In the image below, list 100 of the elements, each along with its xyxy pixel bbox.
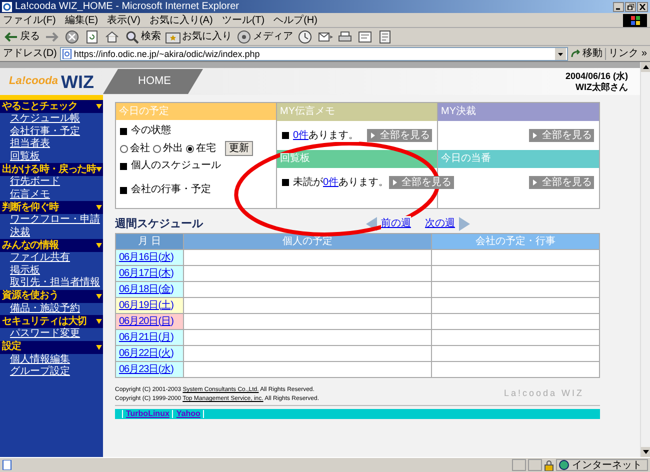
scroll-down-icon[interactable] (641, 447, 650, 457)
status-radio[interactable]: 在宅 (186, 142, 216, 154)
update-button[interactable]: 更新 (225, 141, 253, 156)
weekly-schedule-title: 週間スケジュール (115, 217, 203, 231)
sidebar-link[interactable]: グループ設定 (0, 366, 70, 378)
toolbar-button[interactable] (64, 28, 80, 44)
panel-title: 今日の当番 (441, 153, 491, 165)
date-text: 2004/06/16 (水) (565, 70, 628, 82)
chevron-text[interactable]: » (641, 48, 647, 60)
logo-text: La!cooda (9, 74, 58, 90)
status-radio[interactable]: 外出 (153, 142, 183, 154)
menu-item[interactable]: 編集(E) (64, 14, 98, 26)
sidebar-link[interactable]: 行先ボード (0, 176, 60, 188)
toolbar-button[interactable]: 検索 (124, 28, 161, 44)
footer-link[interactable]: TurboLinux (126, 409, 170, 419)
sidebar-section-header[interactable]: 設定 (0, 340, 103, 354)
minimize-button[interactable] (613, 2, 624, 12)
column-header: 個人の予定 (184, 234, 432, 250)
sidebar-section-header[interactable]: セキュリティは大切 (0, 315, 103, 328)
brand-text: La!cooda WIZ (504, 386, 585, 400)
restore-icon (627, 4, 634, 10)
sidebar-link[interactable]: 掲示板 (0, 264, 40, 277)
page-icon (2, 460, 12, 470)
column-header: 会社の予定・行事 (432, 234, 600, 250)
toolbar-button[interactable]: メディア (236, 28, 293, 44)
date-link[interactable]: 06月17日(木) (119, 268, 174, 278)
status-pane (512, 459, 526, 471)
sidebar-link[interactable]: 備品・施設予約 (0, 302, 80, 315)
scroll-up-icon[interactable] (641, 62, 650, 72)
menu-item[interactable]: ヘルプ(H) (274, 14, 318, 26)
caret-icon (96, 294, 102, 298)
toolbar-button[interactable]: お気に入り (165, 28, 232, 44)
toolbar-button[interactable] (84, 28, 100, 44)
toolbar-button[interactable] (104, 28, 120, 44)
caret-icon (96, 319, 102, 324)
document-icon (377, 28, 393, 44)
personal-schedule-label: 個人のスケジュール (131, 160, 221, 172)
sidebar-link[interactable]: 担当者表 (0, 138, 50, 150)
sidebar-link[interactable]: 取引先・担当者情報 (0, 277, 100, 290)
status-label: 今の状態 (131, 125, 171, 137)
links-label[interactable]: リンク (605, 48, 638, 60)
panel-title: MY伝言メモ (280, 106, 335, 118)
sidebar-link[interactable]: 会社行事・予定 (0, 126, 80, 138)
restore-button[interactable] (625, 2, 636, 12)
count-link[interactable]: 0件 (323, 176, 339, 188)
date-link[interactable]: 06月22日(火) (119, 348, 174, 358)
bullet-icon (120, 186, 127, 194)
date-link[interactable]: 06月19日(土) (119, 300, 174, 310)
bullet-icon (120, 162, 127, 170)
menu-item[interactable]: お気に入り(A) (149, 14, 213, 26)
date-link[interactable]: 06月16日(水) (119, 252, 174, 262)
close-icon (639, 4, 646, 10)
sidebar-section-header[interactable]: 判断を仰ぐ時 (0, 201, 103, 214)
sidebar-link[interactable]: ワークフロー・申請 (0, 214, 100, 226)
bullet-icon (282, 132, 289, 139)
sidebar-section-header[interactable]: みんなの情報 (0, 239, 103, 252)
sidebar-section-header[interactable]: 資源を使おう (0, 290, 103, 302)
globe-icon (559, 460, 569, 470)
status-radio[interactable]: 会社 (120, 142, 150, 154)
sidebar-section-header[interactable]: やることチェック (0, 100, 103, 113)
bullet-icon (282, 179, 289, 186)
sidebar-link[interactable]: 伝言メモ (0, 188, 50, 201)
address-field[interactable]: https://info.odic.ne.jp/~akira/odic/wiz/index.php (60, 46, 568, 60)
date-link[interactable]: 06月18日(金) (119, 284, 174, 294)
previous-week-link[interactable]: 前の週 (381, 216, 411, 231)
menu-item[interactable]: ファイル(F) (3, 14, 56, 26)
sidebar-link[interactable]: パスワード変更 (0, 328, 80, 340)
next-week-link[interactable]: 次の週 (425, 216, 455, 231)
count-link[interactable]: 0件 (293, 130, 309, 140)
close-button[interactable] (637, 2, 648, 12)
toolbar-button[interactable] (377, 28, 393, 44)
go-button[interactable]: 移動 (571, 48, 602, 60)
panel-title: 回覧板 (280, 153, 310, 165)
left-arrow-icon[interactable] (366, 216, 377, 230)
sidebar-section-header[interactable]: 出かける時・戻った時 (0, 163, 103, 176)
date-link[interactable]: 06月23日(水) (119, 364, 174, 374)
menu-item[interactable]: ツール(T) (222, 14, 265, 26)
footer-link[interactable]: Yahoo (176, 409, 200, 419)
date-link[interactable]: 06月21日(月) (119, 332, 174, 342)
browser-logo-icon (2, 2, 12, 12)
panel-title: MY決裁 (441, 106, 476, 118)
date-link[interactable]: 06月20日(日) (119, 316, 174, 326)
sidebar-link[interactable]: 回覧板 (0, 150, 40, 163)
page-icon (62, 48, 72, 58)
toolbar-button[interactable] (297, 28, 313, 44)
sidebar-link[interactable]: 個人情報編集 (0, 354, 70, 366)
toolbar-button[interactable] (357, 28, 373, 44)
caret-icon (96, 205, 102, 210)
history-icon (297, 28, 313, 44)
caret-icon (96, 104, 102, 109)
media-icon (236, 28, 252, 44)
zone-text: インターネット (572, 460, 642, 470)
company-events-label: 会社の行事・予定 (131, 184, 211, 196)
sidebar-link[interactable]: 決裁 (0, 226, 30, 239)
toolbar-button[interactable]: 戻る (3, 28, 40, 44)
toolbar-button[interactable] (337, 28, 353, 44)
sidebar-link[interactable]: ファイル共有 (0, 252, 70, 264)
window-title: La!cooda WIZ_HOME - Microsoft Internet Explorer (15, 0, 240, 12)
sidebar-link[interactable]: スケジュール帳 (0, 113, 80, 126)
menu-item[interactable]: 表示(V) (107, 14, 140, 26)
